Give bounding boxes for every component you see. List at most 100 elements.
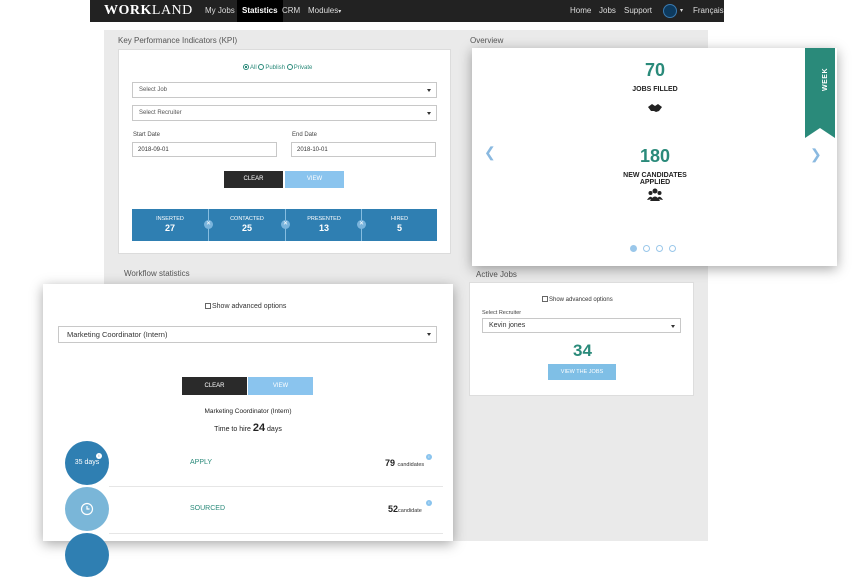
selected-job-name: Marketing Coordinator (Intern) [204,408,292,415]
row-divider [109,486,443,487]
job-dropdown-value: Marketing Coordinator (Intern) [67,330,168,339]
select-recruiter-label: Select Recruiter [139,110,182,116]
nav-my-jobs[interactable]: My Jobs [201,0,239,22]
visibility-radios: All Publish Private [243,64,312,71]
radio-publish-label: Publish [265,65,286,71]
stat-label: PRESENTED [307,216,341,222]
caret-down-icon [427,112,431,115]
start-date-label: Start Date [133,132,161,138]
stage-duration-circle: 35 days i [65,441,109,485]
kpi-stats-bar: INSERTED 27 ✕ CONTACTED 25 ✕ PRESENTED 13 ✕… [132,209,437,241]
active-advanced-toggle[interactable]: Show advanced options [542,296,613,303]
count-value: 52 [388,504,399,514]
logo-land: LAND [151,3,193,18]
nav-home[interactable]: Home [566,0,595,22]
active-jobs-count: 34 [573,341,592,360]
carousel-dot[interactable] [656,245,663,252]
end-date-label: End Date [292,132,318,138]
nav-modules-label: Modules [308,6,339,15]
kpi-card: All Publish Private Select Job Select Re… [118,49,451,254]
stat-presented: PRESENTED 13 [286,209,362,241]
sourced-count: 52candidate [388,504,422,514]
active-jobs-card: Show advanced options Select Recruiter K… [469,282,694,396]
time-to-hire-value: 24 [252,422,266,434]
workland-logo[interactable]: WORKLAND [104,3,193,19]
carousel-dot[interactable] [630,245,637,252]
radio-publish[interactable]: Publish [258,64,286,71]
stat-hired: HIRED 5 [362,209,437,241]
chevron-left-icon[interactable]: ❮ [484,144,496,161]
radio-private-label: Private [293,65,313,71]
recruiter-value: Kevin jones [489,322,526,329]
workflow-advanced-toggle[interactable]: Show advanced options [205,303,286,310]
stat-contacted: CONTACTED 25 [209,209,285,241]
top-navbar: WORKLAND My Jobs Statistics CRM Modules▾… [90,0,724,22]
jobs-filled-value: 70 [644,60,666,80]
applied-label: APPLIED [639,179,671,186]
time-to-hire-unit: days [267,426,282,433]
caret-down-icon [427,89,431,92]
info-icon[interactable]: i [426,500,432,506]
select-job-label: Select Job [139,87,168,93]
new-candidates-value: 180 [639,146,671,166]
select-job-dropdown[interactable]: Select Job [132,82,437,98]
checkbox[interactable] [542,296,548,302]
carousel-dot[interactable] [643,245,650,252]
carousel-dot[interactable] [669,245,676,252]
user-avatar[interactable] [663,4,677,18]
workflow-view-button[interactable]: VIEW [248,377,313,395]
workflow-clear-button[interactable]: CLEAR [182,377,247,395]
logo-work: WORK [104,3,152,18]
radio-private[interactable]: Private [286,64,313,71]
workflow-title: Workflow statistics [124,269,190,278]
count-unit: candidates [397,462,425,468]
nav-language[interactable]: Français [689,0,728,22]
new-candidates-label: NEW CANDIDATES [623,172,687,179]
nav-crm[interactable]: CRM [278,0,304,22]
nav-support[interactable]: Support [620,0,656,22]
caret-down-icon [671,325,675,328]
count-unit: candidate [398,508,422,514]
advanced-label: Show advanced options [212,303,287,310]
stage-sourced[interactable]: SOURCED [190,505,225,512]
nav-modules[interactable]: Modules▾ [304,0,345,22]
stat-label: INSERTED [156,216,184,222]
checkbox[interactable] [205,303,211,309]
start-date-input[interactable]: 2018-09-01 [132,142,277,157]
stage-duration-circle [65,533,109,577]
nav-jobs[interactable]: Jobs [595,0,620,22]
job-dropdown[interactable]: Marketing Coordinator (Intern) [58,326,437,343]
info-icon[interactable]: i [426,454,432,460]
chevron-right-icon[interactable]: ❯ [810,146,822,163]
jobs-filled-label: JOBS FILLED [632,86,678,93]
advanced-label: Show advanced options [549,297,613,303]
kpi-title: Key Performance Indicators (KPI) [118,36,238,45]
recruiter-label: Select Recruiter [482,310,522,316]
ribbon-label: WEEK [822,68,829,91]
overview-title: Overview [470,36,504,45]
workflow-card: Show advanced options Marketing Coordina… [43,284,453,577]
stat-value: 5 [396,223,402,233]
count-value: 79 [385,458,396,468]
info-icon[interactable]: i [96,453,102,459]
stat-value: 13 [318,223,329,233]
nav-statistics[interactable]: Statistics [237,0,283,22]
stage-duration: 35 days [74,459,100,466]
recruiter-dropdown[interactable]: Kevin jones [482,318,681,333]
end-date-input[interactable]: 2018-10-01 [291,142,436,157]
users-icon [647,188,663,202]
stage-apply[interactable]: APPLY [190,459,212,466]
caret-down-icon[interactable]: ▾ [676,0,687,22]
view-the-jobs-button[interactable]: VIEW THE JOBS [548,364,616,380]
caret-down-icon: ▾ [338,9,342,15]
kpi-clear-button[interactable]: CLEAR [224,171,283,188]
stat-value: 27 [164,223,175,233]
stat-label: HIRED [390,216,409,222]
overview-card: WEEK ❮ ❯ 70 JOBS FILLED 180 NEW CANDIDAT… [472,48,837,266]
radio-all[interactable]: All [243,64,257,71]
time-to-hire: Time to hire 24 days [43,422,453,434]
kpi-view-button[interactable]: VIEW [285,171,344,188]
caret-down-icon [427,333,431,336]
select-recruiter-dropdown[interactable]: Select Recruiter [132,105,437,121]
week-ribbon[interactable]: WEEK [805,48,835,138]
